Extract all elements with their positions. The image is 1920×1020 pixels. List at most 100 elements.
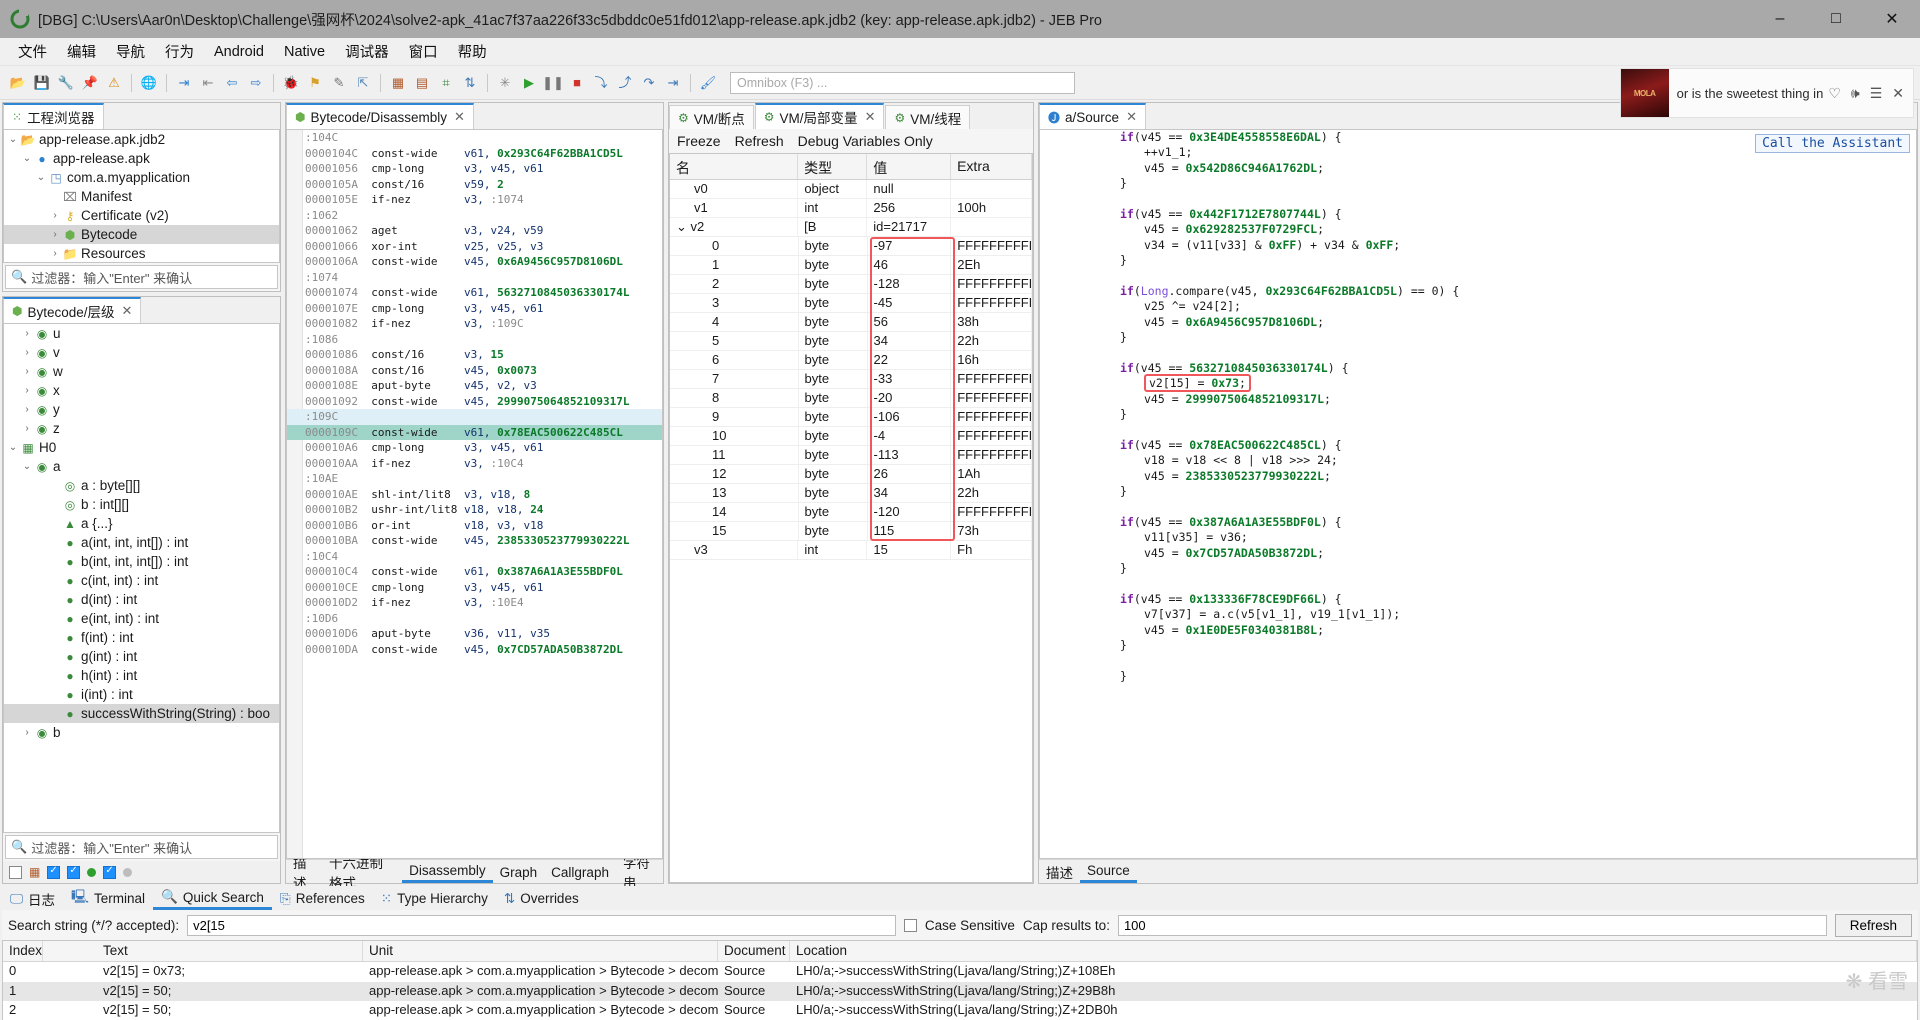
- disassembly-line[interactable]: :1062: [287, 208, 662, 224]
- source-line[interactable]: v7[v37] = a.c(v5[v1_1], v19_1[v1_1]);: [1120, 607, 1916, 622]
- bug-icon[interactable]: 🐞: [281, 73, 301, 93]
- chevron-right-icon[interactable]: ›: [20, 727, 34, 738]
- disassembly-line[interactable]: 000010AE shl-int/lit8 v3, v18, 8: [287, 487, 662, 503]
- tab-VM/局部变量[interactable]: ⚙VM/局部变量✕: [755, 103, 885, 129]
- variable-row[interactable]: 7byte-33FFFFFFFFFFF: [670, 370, 1032, 389]
- close-icon[interactable]: ✕: [1126, 109, 1137, 125]
- disassembly-line[interactable]: :1074: [287, 270, 662, 286]
- tree-item[interactable]: ●c(int, int) : int: [4, 571, 279, 590]
- disassembly-line[interactable]: 000010DA const-wide v45, 0x7CD57ADA50B38…: [287, 642, 662, 658]
- table-row[interactable]: 1v2[15] = 50;app-release.apk > com.a.mya…: [3, 982, 1917, 1002]
- disassembly-gutter[interactable]: [287, 130, 303, 858]
- source-line[interactable]: [1120, 422, 1916, 437]
- column-header-Text[interactable]: Text: [43, 941, 363, 961]
- source-line[interactable]: [1120, 499, 1916, 514]
- tab-Terminal[interactable]: 🖳Terminal: [63, 887, 153, 910]
- disasm-tab-字符串[interactable]: 字符串: [616, 861, 663, 883]
- disassembly-line[interactable]: 0000104C const-wide v61, 0x293C64F62BBA1…: [287, 146, 662, 162]
- tree-icon[interactable]: ⌗: [436, 73, 456, 93]
- table-row[interactable]: 2v2[15] = 50;app-release.apk > com.a.mya…: [3, 1001, 1917, 1020]
- variable-row[interactable]: 2byte-128FFFFFFFFFFF: [670, 275, 1032, 294]
- source-line[interactable]: if(Long.compare(v45, 0x293C64F62BBA1CD5L…: [1120, 284, 1916, 299]
- chevron-right-icon[interactable]: ›: [48, 229, 62, 240]
- toggle-checkbox-4[interactable]: [103, 866, 116, 879]
- source-line[interactable]: }: [1120, 253, 1916, 268]
- disassembly-line[interactable]: 0000109C const-wide v61, 0x78EAC500622C4…: [287, 425, 662, 441]
- source-line[interactable]: [1120, 269, 1916, 284]
- source-line[interactable]: }: [1120, 638, 1916, 653]
- disassembly-line[interactable]: 000010D2 if-nez v3, :10E4: [287, 595, 662, 611]
- close-icon[interactable]: ✕: [122, 303, 133, 319]
- hierarchy-icon[interactable]: ⇅: [460, 73, 480, 93]
- variable-row[interactable]: 5byte3422h: [670, 332, 1032, 351]
- tree-item[interactable]: ●i(int) : int: [4, 685, 279, 704]
- globe-icon[interactable]: 🌐: [139, 73, 159, 93]
- source-line[interactable]: }: [1120, 330, 1916, 345]
- stop-icon[interactable]: ■: [567, 73, 587, 93]
- close-button[interactable]: ✕: [1864, 0, 1920, 38]
- variable-row[interactable]: 4byte5638h: [670, 313, 1032, 332]
- tree-item[interactable]: ●f(int) : int: [4, 628, 279, 647]
- disassembly-line[interactable]: :10C4: [287, 549, 662, 565]
- variable-row[interactable]: 9byte-106FFFFFFFFFFF: [670, 408, 1032, 427]
- disassembly-line[interactable]: 00001062 aget v3, v24, v59: [287, 223, 662, 239]
- tree-item[interactable]: ›⬢Bytecode: [4, 225, 279, 244]
- menu-item-navigate[interactable]: 导航: [106, 37, 155, 66]
- disassembly-line[interactable]: 000010BA const-wide v45, 238533052377993…: [287, 533, 662, 549]
- chevron-right-icon[interactable]: ›: [20, 366, 34, 377]
- export-icon[interactable]: ⇱: [353, 73, 373, 93]
- maximize-button[interactable]: □: [1808, 0, 1864, 38]
- variable-row[interactable]: 10byte-4FFFFFFFFFFF: [670, 427, 1032, 446]
- disassembly-line[interactable]: 00001056 cmp-long v3, v45, v61: [287, 161, 662, 177]
- chevron-right-icon[interactable]: ›: [20, 385, 34, 396]
- source-line[interactable]: if(v45 == 0x78EAC500622C485CL) {: [1120, 438, 1916, 453]
- variable-row[interactable]: 11byte-113FFFFFFFFFFF: [670, 446, 1032, 465]
- freeze-button[interactable]: Freeze: [677, 133, 721, 149]
- disassembly-line[interactable]: 00001092 const-wide v45, 299907506485210…: [287, 394, 662, 410]
- tab-VM/断点[interactable]: ⚙VM/断点: [669, 105, 754, 129]
- tree-item[interactable]: ●h(int) : int: [4, 666, 279, 685]
- column-header-名[interactable]: 名: [670, 154, 798, 179]
- jump-icon[interactable]: ⇥: [663, 73, 683, 93]
- variable-row[interactable]: v0objectnull: [670, 180, 1032, 199]
- source-line[interactable]: v11[v35] = v36;: [1120, 530, 1916, 545]
- tab-a-source[interactable]: 🅙 a/Source ✕: [1039, 103, 1146, 129]
- source-line[interactable]: v34 = (v11[v33] & 0xFF) + v34 & 0xFF;: [1120, 238, 1916, 253]
- menu-item-window[interactable]: 窗口: [399, 37, 448, 66]
- step-in-icon[interactable]: ⤵: [591, 73, 611, 93]
- menu-item-action[interactable]: 行为: [155, 37, 204, 66]
- column-header-Location[interactable]: Location: [790, 941, 1917, 961]
- chevron-right-icon[interactable]: ›: [48, 248, 62, 259]
- refresh-button[interactable]: Refresh: [1835, 914, 1912, 937]
- column-header-Unit[interactable]: Unit: [363, 941, 718, 961]
- grid-icon[interactable]: ▦: [388, 73, 408, 93]
- alert-icon[interactable]: ⚠: [104, 73, 124, 93]
- tree-item[interactable]: ●a(int, int, int[]) : int: [4, 533, 279, 552]
- tab-Overrides[interactable]: ⇅Overrides: [496, 887, 587, 910]
- source-line[interactable]: }: [1120, 407, 1916, 422]
- disassembly-line[interactable]: 0000105A const/16 v59, 2: [287, 177, 662, 193]
- source-code-view[interactable]: Call the Assistant if(v45 == 0x3E4DE4558…: [1039, 129, 1917, 859]
- disassembly-line[interactable]: :1086: [287, 332, 662, 348]
- tree-item[interactable]: ⌧Manifest: [4, 187, 279, 206]
- source-line[interactable]: v45 = 0x6A9456C957D8106DL;: [1120, 315, 1916, 330]
- menu-item-edit[interactable]: 编辑: [57, 37, 106, 66]
- tree-item[interactable]: ›◉w: [4, 362, 279, 381]
- project-explorer-filter[interactable]: 🔍 过滤器：输入"Enter" 来确认: [5, 265, 278, 289]
- disassembly-line[interactable]: 00001082 if-nez v3, :109C: [287, 316, 662, 332]
- source-line[interactable]: if(v45 == 0x133336F78CE9DF66L) {: [1120, 592, 1916, 607]
- disassembly-line[interactable]: :10D6: [287, 611, 662, 627]
- tree-item[interactable]: ›◉b: [4, 723, 279, 742]
- source-line[interactable]: }: [1120, 176, 1916, 191]
- tab-References[interactable]: ⎘References: [272, 887, 373, 910]
- variable-row[interactable]: 1byte462Eh: [670, 256, 1032, 275]
- source-line[interactable]: }: [1120, 669, 1916, 684]
- menu-item-help[interactable]: 帮助: [448, 37, 497, 66]
- omnibox-input[interactable]: Omnibox (F3) ...: [730, 72, 1075, 94]
- tree-item[interactable]: ›📁Resources: [4, 244, 279, 263]
- chevron-right-icon[interactable]: ›: [20, 328, 34, 339]
- chevron-down-icon[interactable]: ⌄: [20, 153, 34, 164]
- source-line[interactable]: v45 = 2999075064852109317L;: [1120, 392, 1916, 407]
- disasm-tab-Graph[interactable]: Graph: [493, 861, 545, 883]
- ad-close-icon[interactable]: ✕: [1892, 85, 1904, 102]
